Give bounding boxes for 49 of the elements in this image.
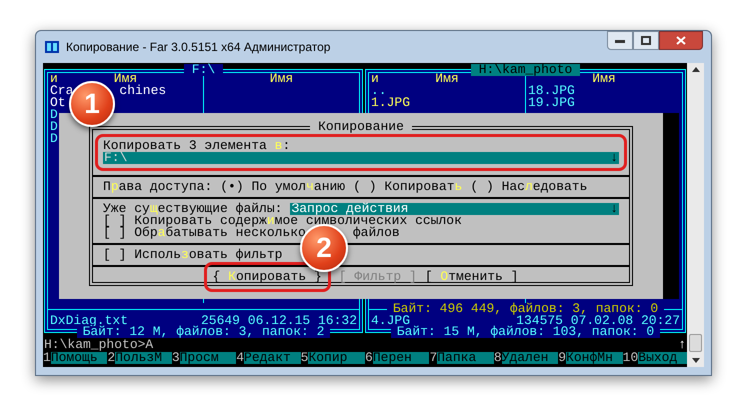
target-label: Копировать 3 элемента в: bbox=[103, 140, 292, 152]
access-label: Права доступа: bbox=[103, 181, 212, 193]
current-file-name: 4.JPG bbox=[371, 315, 410, 327]
command-line[interactable]: H:\kam_photo>A bbox=[44, 339, 154, 351]
file-name[interactable]: 19.JPG bbox=[528, 97, 575, 109]
dialog-title: Копирование bbox=[310, 121, 412, 133]
file-name[interactable]: D bbox=[50, 133, 58, 145]
history-arrow: ↑ bbox=[678, 339, 686, 351]
minimize-icon bbox=[615, 38, 625, 42]
app-icon bbox=[44, 39, 60, 55]
minimize-button[interactable] bbox=[607, 31, 633, 50]
maximize-button[interactable] bbox=[633, 31, 659, 50]
panel-title: H:\kam_photo bbox=[470, 64, 580, 76]
scroll-down-icon bbox=[692, 358, 700, 363]
existing-files-label: Уже существующие файлы: bbox=[103, 203, 282, 215]
file-name[interactable]: 1.JPG bbox=[371, 97, 410, 109]
restore-icon bbox=[641, 36, 651, 45]
radio-option[interactable]: (•) По умолчанию bbox=[220, 181, 346, 193]
panel-totals: Байт: 15 М, файлов: 103, папок: 0 bbox=[390, 326, 660, 338]
scroll-up-icon bbox=[692, 67, 700, 72]
column-header: Имя bbox=[435, 73, 459, 85]
scroll-thumb[interactable] bbox=[689, 334, 702, 352]
scrollbar[interactable] bbox=[687, 63, 704, 367]
existing-files-dropdown[interactable]: Запрос действия ↓ bbox=[290, 203, 619, 215]
panel-totals: Байт: 12 М, файлов: 3, папок: 2 bbox=[76, 326, 330, 338]
current-file-details: 25649 06.12.15 16:32 bbox=[200, 315, 357, 327]
column-header: и bbox=[371, 73, 379, 85]
panel-title: F:\ bbox=[184, 64, 224, 76]
current-file-details: 134575 07.02.08 20:27 bbox=[516, 315, 680, 327]
radio-option[interactable]: ( ) Наследовать bbox=[470, 181, 588, 193]
target-field[interactable]: F:\ ↓ bbox=[103, 152, 619, 164]
radio-option[interactable]: ( ) Копировать bbox=[353, 181, 462, 193]
checkbox-option[interactable]: [ ] Использовать фильтр bbox=[103, 249, 282, 261]
current-file-name: DxDiag.txt bbox=[50, 315, 128, 327]
close-button[interactable] bbox=[659, 31, 703, 50]
window-title: Копирование - Far 3.0.5151 x64 Администратор bbox=[66, 39, 332, 56]
close-icon bbox=[676, 36, 686, 45]
file-name[interactable]: Ot bbox=[50, 97, 66, 109]
file-name[interactable]: D bbox=[50, 121, 58, 133]
column-header: и bbox=[50, 73, 58, 85]
file-name[interactable]: chines bbox=[119, 85, 166, 97]
column-header: Имя bbox=[114, 73, 138, 85]
selection-totals: Байт: 496 449, файлов: 3, папок: 0 bbox=[386, 303, 664, 315]
checkbox-option[interactable]: [ ] Копировать содержимое символических ссылок bbox=[103, 215, 462, 227]
file-name[interactable]: 18.JPG bbox=[528, 85, 575, 97]
column-header: Имя bbox=[270, 73, 294, 85]
column-header: Имя bbox=[592, 73, 616, 85]
file-name[interactable]: D bbox=[50, 109, 58, 121]
file-name[interactable]: .. bbox=[371, 85, 387, 97]
